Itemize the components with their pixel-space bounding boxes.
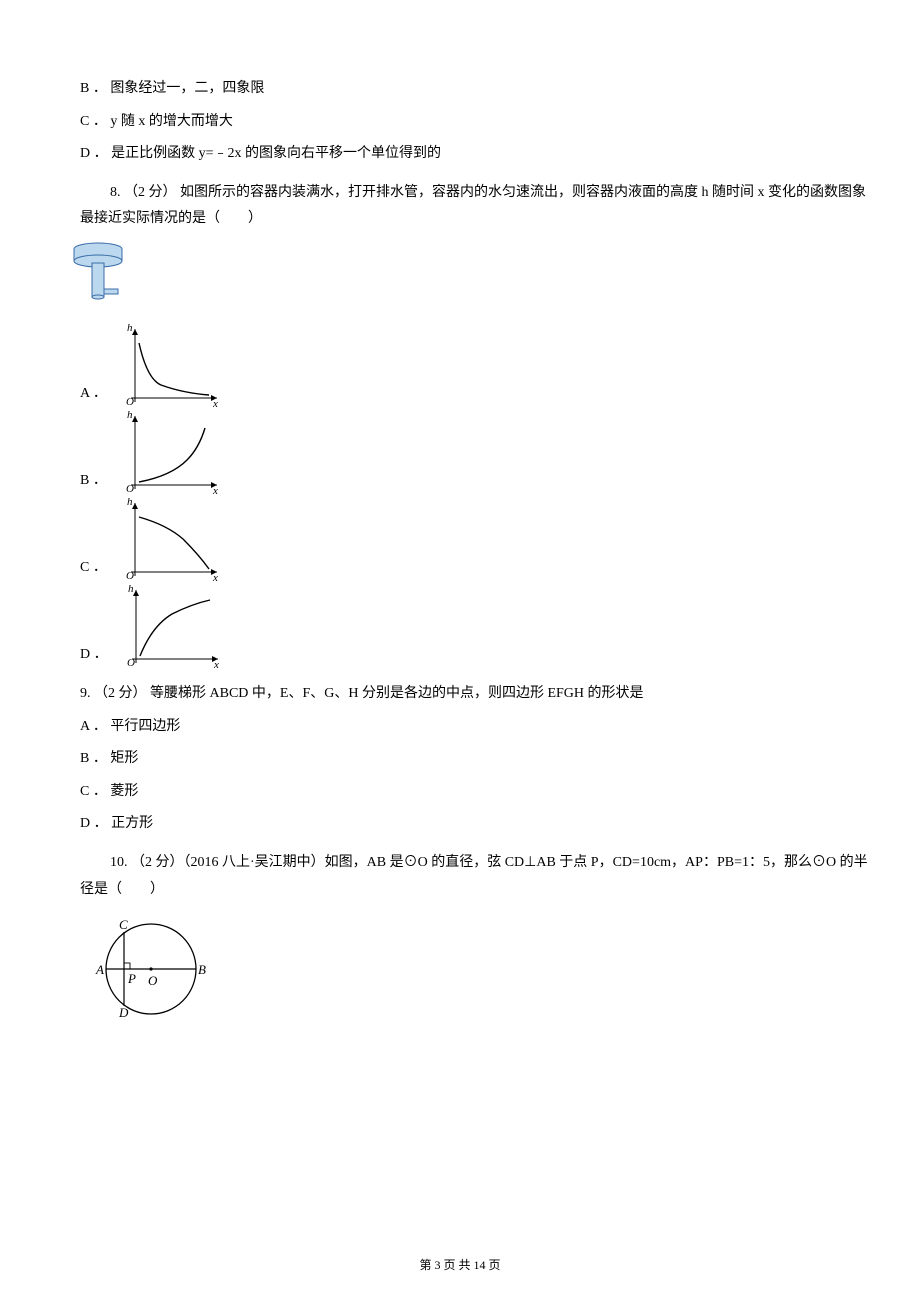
q8-opt-a-label: A ． [80,381,107,408]
svg-text:O: O [148,973,158,988]
svg-text:x: x [212,485,218,495]
svg-text:A: A [95,962,104,977]
q10-text: 10. （2 分）（2016 八上·吴江期中）如图，AB 是⊙O 的直径，弦 C… [80,850,870,903]
q8-graph-d: h x O [114,584,224,669]
q8-graph-b: h x O [113,410,223,495]
q9-text: 9. （2 分） 等腰梯形 ABCD 中，E、F、G、H 分别是各边的中点，则四… [50,681,870,708]
svg-text:B: B [198,962,206,977]
q8-graph-a: h x O [113,323,223,408]
page-footer: 第 3 页 共 14 页 [0,1254,920,1277]
q8-text: 8. （2 分） 如图所示的容器内装满水，打开排水管，容器内的水匀速流出，则容器… [80,180,870,233]
svg-text:h: h [127,323,133,334]
svg-text:O: O [126,570,134,582]
q10-figure: A B C D P O [76,909,226,1029]
q9-opt-d: D ． 正方形 [50,811,870,838]
svg-text:h: h [127,410,133,421]
q8-opt-b-label: B ． [80,468,107,495]
q9-opt-b: B ． 矩形 [50,746,870,773]
prev-option-b: B ． 图象经过一，二，四象限 [50,76,870,103]
svg-text:D: D [118,1005,129,1020]
svg-text:x: x [213,659,219,669]
q8-container-figure [68,239,138,319]
svg-text:O: O [126,396,134,408]
q8-opt-d-label: D ． [80,642,108,669]
svg-text:O: O [127,657,135,669]
q9-opt-c: C ． 菱形 [50,779,870,806]
q8-graph-c: h x O [113,497,223,582]
q9-opt-a: A ． 平行四边形 [50,714,870,741]
svg-text:C: C [119,917,128,932]
q8-opt-c-label: C ． [80,555,107,582]
prev-option-c: C ． y 随 x 的增大而增大 [50,109,870,136]
svg-text:O: O [126,483,134,495]
prev-option-d: D ． 是正比例函数 y=﹣2x 的图象向右平移一个单位得到的 [50,141,870,168]
svg-text:x: x [212,572,218,582]
svg-text:h: h [128,584,134,595]
svg-text:h: h [127,497,133,508]
svg-text:P: P [127,971,136,986]
svg-text:x: x [212,398,218,408]
